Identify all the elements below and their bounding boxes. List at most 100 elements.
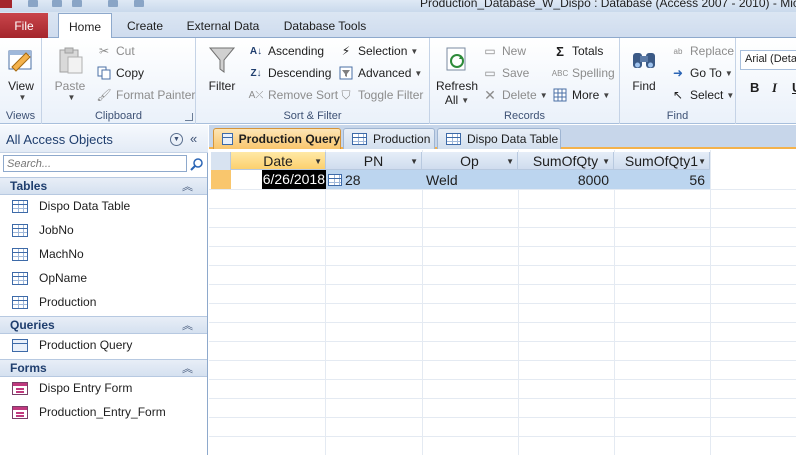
nav-item-jobno[interactable]: JobNo [0,219,207,241]
nav-item-machno[interactable]: MachNo [0,243,207,265]
tab-database-tools[interactable]: Database Tools [276,14,374,38]
go-to-button[interactable]: ➜ Go To ▼ [670,63,733,83]
selection-button[interactable]: ⚡ Selection ▼ [338,41,419,61]
undo-icon[interactable] [52,0,62,7]
nav-item-dispo-data-table[interactable]: Dispo Data Table [0,195,207,217]
refresh-icon [441,44,473,76]
column-header-label: PN [363,152,384,169]
sigma-icon: Σ [556,43,564,59]
grid-row-line [209,360,796,361]
table-icon [352,133,367,145]
chevron-down-icon: ▼ [602,90,611,100]
cell-sumofqty[interactable]: 8000 [518,170,614,189]
paste-button[interactable]: Paste ▼ [54,44,86,102]
cell-date[interactable]: 6/26/2018 [231,170,326,189]
filter-button[interactable]: Filter [206,44,238,93]
more-button[interactable]: More ▼ [552,85,610,105]
copy-icon [96,65,112,81]
select-button[interactable]: ↖ Select ▼ [670,85,734,105]
record-selector[interactable] [211,170,231,189]
nav-search-input[interactable] [3,155,187,172]
cell-pn[interactable]: 28 [328,170,422,189]
collapse-section-icon: ︽ [182,181,193,193]
cell-op-value: Weld [426,171,458,188]
nav-pane-header[interactable]: All Access Objects ▼ « [0,125,208,153]
advanced-label: Advanced [358,66,412,80]
tab-home[interactable]: Home [58,13,112,39]
doc-tab-production[interactable]: Production [343,128,435,149]
chevron-down-icon[interactable]: ▼ [698,157,706,166]
doc-tab-production-query[interactable]: Production Query [213,128,341,149]
section-header-queries[interactable]: Queries ︽ [0,316,207,334]
toggle-filter-label: Toggle Filter [358,88,424,102]
copy-button[interactable]: Copy [96,63,144,83]
table-icon [12,223,28,237]
column-header-pn[interactable]: PN ▼ [326,152,422,170]
nav-item-dispo-entry-form[interactable]: Dispo Entry Form [0,377,207,399]
column-header-op[interactable]: Op ▼ [422,152,518,170]
nav-pane-title[interactable]: All Access Objects [6,132,113,147]
nav-item-production[interactable]: Production [0,291,207,313]
group-sort-filter: Filter A↓ Ascending Z↓ Descending A⤫ Rem… [196,38,430,124]
access-app-icon[interactable] [0,0,12,8]
delete-record-button[interactable]: ✕ Delete ▼ [482,85,547,105]
descending-button[interactable]: Z↓ Descending [248,63,331,83]
column-header-label: SumOfQty [532,152,599,169]
font-name-dropdown[interactable]: Arial (Deta [740,50,796,70]
tab-external-data[interactable]: External Data [180,14,266,38]
column-header-date[interactable]: Date ▼ [231,152,326,170]
access-window: Production_Database_W_Dispo : Database (… [0,0,796,455]
scissors-icon: ✂ [98,44,110,58]
column-header-sumofqty[interactable]: SumOfQty ▼ [518,152,614,170]
customize-toolbar-icon[interactable] [108,0,118,7]
save-record-button[interactable]: ▭ Save [482,63,529,83]
cut-button[interactable]: ✂ Cut [96,41,135,61]
spelling-button[interactable]: ABC Spelling [552,63,615,83]
chevron-down-icon[interactable]: ▼ [170,133,183,146]
remove-sort-label: Remove Sort [268,88,339,102]
redo-icon[interactable] [72,0,82,7]
ribbon: View ▼ Views Paste ▼ ✂ Cut Copy 🖌 Format… [0,38,796,124]
grid-row-line [209,189,796,190]
chevron-down-icon[interactable]: ▼ [602,157,610,166]
totals-button[interactable]: Σ Totals [552,41,603,61]
grid-row-line [209,341,796,342]
column-header-sumofqty1[interactable]: SumOfQty1 ▼ [614,152,710,170]
toggle-filter-button[interactable]: ⛉ Toggle Filter [338,85,423,105]
format-painter-button[interactable]: 🖌 Format Painter [96,85,195,105]
doc-tab-dispo-data-table[interactable]: Dispo Data Table [437,128,561,149]
section-header-tables[interactable]: Tables ︽ [0,177,207,195]
search-icon[interactable] [189,156,205,172]
advanced-button[interactable]: Advanced ▼ [338,63,422,83]
view-label: View [8,79,34,93]
quick-access-menu-icon[interactable] [134,0,144,7]
refresh-all-button[interactable]: Refresh All ▼ [436,44,478,107]
datasheet-grid[interactable]: Date ▼ PN ▼ Op ▼ SumOfQty ▼ SumOfQty1 ▼ [209,150,796,455]
italic-icon[interactable]: I [772,80,777,96]
nav-item-opname[interactable]: OpName [0,267,207,289]
replace-button[interactable]: ab Replace [670,41,734,61]
find-button[interactable]: Find [628,44,660,93]
chevron-down-icon[interactable]: ▼ [314,157,322,166]
view-button[interactable]: View ▼ [5,44,37,102]
chevron-down-icon[interactable]: ▼ [506,157,514,166]
nav-item-production-query[interactable]: Production Query [0,334,207,356]
tab-create[interactable]: Create [118,14,172,38]
ascending-button[interactable]: A↓ Ascending [248,41,324,61]
select-all-corner[interactable] [211,152,231,170]
paintbrush-icon: 🖌 [96,88,112,102]
nav-item-label: Production Query [39,338,133,352]
new-record-button[interactable]: ▭ New [482,41,526,61]
chevron-down-icon[interactable]: ▼ [410,157,418,166]
section-header-forms[interactable]: Forms ︽ [0,359,207,377]
bold-icon[interactable]: B [750,80,759,95]
nav-item-production-entry-form[interactable]: Production_Entry_Form [0,401,207,423]
save-icon[interactable] [28,0,38,7]
clipboard-dialog-launcher-icon[interactable] [185,113,193,121]
remove-sort-button[interactable]: A⤫ Remove Sort [248,85,338,105]
cell-op[interactable]: Weld [426,170,518,189]
tab-file[interactable]: File [0,13,48,38]
cell-sumofqty1[interactable]: 56 [614,170,710,189]
collapse-pane-icon[interactable]: « [190,131,197,146]
underline-icon[interactable]: U [792,80,796,95]
